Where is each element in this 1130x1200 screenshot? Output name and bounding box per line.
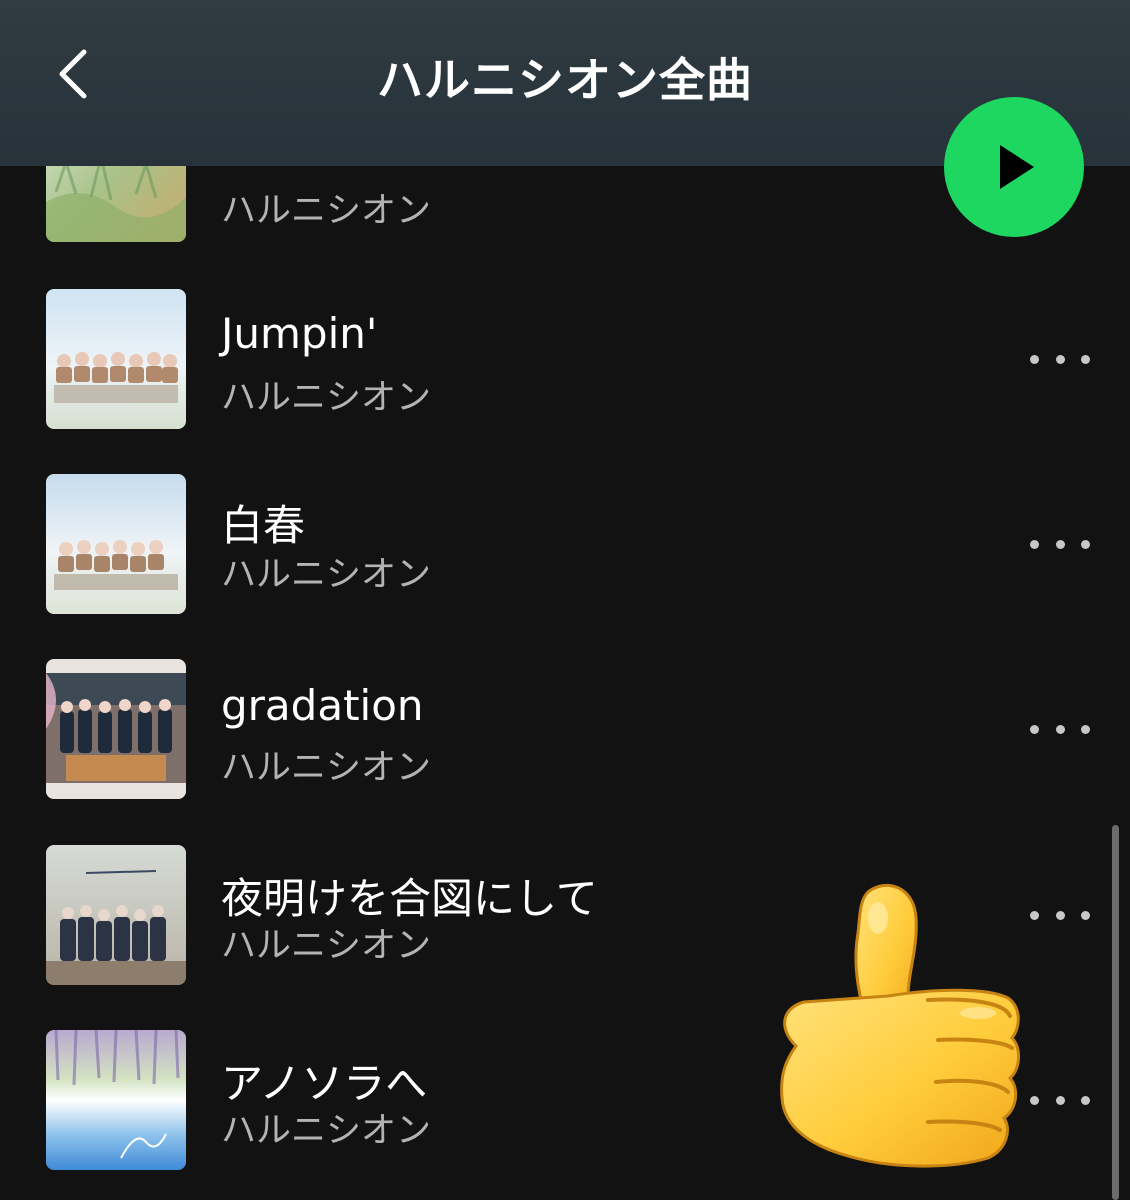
track-row[interactable]: gradation ハルニシオン	[0, 659, 1100, 799]
more-options-button[interactable]	[1030, 1085, 1090, 1115]
track-artist: ハルニシオン	[221, 378, 432, 418]
scrollbar[interactable]	[1112, 825, 1119, 1200]
track-row[interactable]: Jumpin' ハルニシオン	[0, 289, 1100, 429]
thumbs-up-emoji	[768, 878, 1024, 1170]
more-options-button[interactable]	[1030, 344, 1090, 374]
more-options-button[interactable]	[1030, 900, 1090, 930]
track-title: Jumpin'	[221, 309, 378, 358]
track-artist: ハルニシオン	[221, 926, 432, 966]
page-title: ハルニシオン全曲	[377, 53, 753, 107]
album-art	[46, 474, 186, 614]
more-horizontal-icon	[1030, 539, 1039, 549]
more-horizontal-icon	[1030, 910, 1039, 920]
album-art	[46, 289, 186, 429]
more-options-button[interactable]	[1030, 529, 1090, 559]
album-art	[46, 659, 186, 799]
track-artist: ハルニシオン	[221, 191, 432, 231]
more-horizontal-icon	[1030, 724, 1039, 734]
album-art	[46, 1030, 186, 1170]
track-artist: ハルニシオン	[221, 555, 432, 595]
more-options-button[interactable]	[1030, 714, 1090, 744]
more-horizontal-icon	[1030, 1095, 1039, 1105]
play-button[interactable]	[944, 97, 1084, 237]
track-artist: ハルニシオン	[221, 748, 432, 788]
track-artist: ハルニシオン	[221, 1111, 432, 1151]
playlist-screen: ハルニシオン Jumpin' ハルニシオン 白春 ハルニシオン gradatio…	[0, 0, 1130, 1200]
play-icon	[1000, 145, 1034, 189]
track-title: gradation	[221, 681, 424, 730]
album-art	[46, 845, 186, 985]
more-horizontal-icon	[1030, 354, 1039, 364]
track-title: 白春	[221, 501, 306, 550]
track-row[interactable]: 白春 ハルニシオン	[0, 474, 1100, 614]
